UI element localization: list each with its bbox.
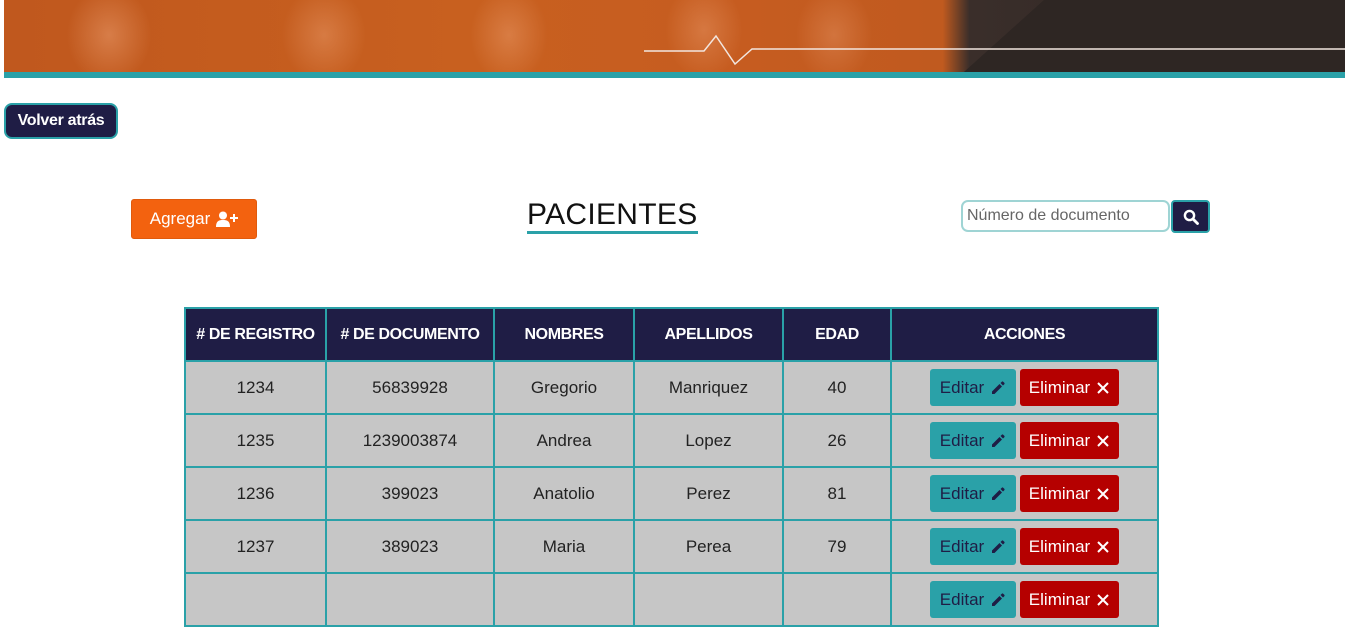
pencil-icon — [992, 433, 1005, 447]
column-header-acciones: ACCIONES — [890, 307, 1159, 362]
pencil-icon — [992, 380, 1005, 394]
cell-documento: 399023 — [325, 466, 495, 521]
edit-button[interactable]: Editar — [930, 369, 1016, 406]
column-header-apellidos[interactable]: APELLIDOS — [633, 307, 784, 362]
cell-registro: 1237 — [184, 519, 327, 574]
edit-button[interactable]: Editar — [930, 475, 1016, 512]
cell-registro: 1236 — [184, 466, 327, 521]
cell-apellidos: Lopez — [633, 413, 784, 468]
header-accent-bar — [4, 72, 1345, 78]
table-row: 1235 1239003874 Andrea Lopez 26 Editar Elimina… — [184, 413, 1159, 468]
page-title: PACIENTES — [527, 199, 698, 234]
delete-button[interactable]: Eliminar — [1020, 528, 1119, 565]
delete-button-label: Eliminar — [1028, 377, 1091, 397]
delete-button[interactable]: Eliminar — [1020, 475, 1119, 512]
cell-registro: 1235 — [184, 413, 327, 468]
back-button-label: Volver atrás — [17, 112, 105, 129]
cell-nombres: Maria — [493, 519, 635, 574]
edit-button-label: Editar — [939, 536, 985, 556]
close-icon — [1097, 434, 1109, 447]
column-header-nombres[interactable]: NOMBRES — [493, 307, 635, 362]
cell-nombres: Anatolio — [493, 466, 635, 521]
cell-edad: 81 — [782, 466, 892, 521]
cell-edad: 79 — [782, 519, 892, 574]
delete-button[interactable]: Eliminar — [1020, 369, 1119, 406]
cell-registro: 1234 — [184, 360, 327, 415]
back-button[interactable]: Volver atrás — [4, 103, 118, 139]
cell-nombres: Gregorio — [493, 360, 635, 415]
cell-documento: 56839928 — [325, 360, 495, 415]
user-plus-icon — [216, 211, 239, 227]
edit-button-label: Editar — [939, 377, 985, 397]
edit-button[interactable]: Editar — [930, 422, 1016, 459]
table-row: 1236 399023 Anatolio Perez 81 Editar Eliminar — [184, 466, 1159, 521]
close-icon — [1097, 487, 1109, 500]
edit-button[interactable]: Editar — [930, 528, 1016, 565]
edit-button-label: Editar — [939, 430, 985, 450]
search-button[interactable] — [1171, 200, 1210, 233]
heartbeat-line-icon — [644, 34, 1345, 66]
cell-apellidos: Perea — [633, 519, 784, 574]
delete-button-label: Eliminar — [1028, 483, 1091, 503]
cell-documento: 389023 — [325, 519, 495, 574]
document-search-input[interactable] — [961, 200, 1170, 232]
cell-acciones: Editar Eliminar — [890, 519, 1159, 574]
delete-button-label: Eliminar — [1028, 430, 1091, 450]
cell-documento: 1239003874 — [325, 413, 495, 468]
cell-acciones: Editar Eliminar — [890, 466, 1159, 521]
close-icon — [1097, 540, 1109, 553]
column-header-documento[interactable]: # DE DOCUMENTO — [325, 307, 495, 362]
add-patient-button[interactable]: Agregar — [131, 199, 257, 239]
edit-button-label: Editar — [939, 483, 985, 503]
table-header-row: # DE REGISTRO # DE DOCUMENTO NOMBRES APE… — [184, 307, 1159, 362]
cell-edad: 26 — [782, 413, 892, 468]
cell-apellidos: Manriquez — [633, 360, 784, 415]
close-icon — [1097, 381, 1109, 394]
add-button-label: Agregar — [149, 209, 211, 228]
cell-edad: 40 — [782, 360, 892, 415]
delete-button-label: Eliminar — [1028, 536, 1091, 556]
patients-table: # DE REGISTRO # DE DOCUMENTO NOMBRES APE… — [184, 307, 1159, 627]
delete-button[interactable]: Eliminar — [1020, 422, 1119, 459]
pencil-icon — [992, 539, 1005, 553]
table-row: 1237 389023 Maria Perea 79 Editar Eliminar — [184, 519, 1159, 574]
column-header-registro[interactable]: # DE REGISTRO — [184, 307, 327, 362]
search-icon — [1183, 209, 1199, 225]
header-banner — [4, 0, 1345, 72]
pencil-icon — [992, 486, 1005, 500]
cell-acciones: Editar Eliminar — [890, 360, 1159, 415]
table-row: 1234 56839928 Gregorio Manriquez 40 Editar Eli… — [184, 360, 1159, 415]
column-header-edad[interactable]: EDAD — [782, 307, 892, 362]
cell-acciones: Editar Eliminar — [890, 413, 1159, 468]
cell-nombres: Andrea — [493, 413, 635, 468]
cell-apellidos: Perez — [633, 466, 784, 521]
